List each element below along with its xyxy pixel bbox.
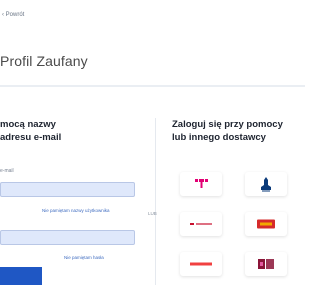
login-input[interactable]	[0, 182, 135, 197]
provider-tile-pko-bp[interactable]	[245, 172, 287, 196]
page-title: Profil Zaufany	[0, 53, 88, 69]
or-separator: LUB	[148, 211, 157, 216]
provider-tile-pekao[interactable]	[180, 212, 222, 236]
forgot-password-link[interactable]: Nie pamiętam hasła	[64, 255, 104, 260]
provider-tile-mbank[interactable]	[245, 212, 287, 236]
top-bar: ‹ Powrót	[0, 0, 305, 30]
millennium-logo-icon	[258, 259, 274, 269]
providers-panel-heading: Zaloguj się przy pomocy lub innego dosta…	[172, 118, 283, 144]
provider-tile-santander[interactable]	[180, 252, 222, 276]
password-input[interactable]	[0, 230, 135, 245]
login-heading-line1: mocą nazwy	[0, 119, 56, 130]
t-mobile-logo-icon	[195, 179, 208, 188]
forgot-username-link[interactable]: Nie pamiętam nazwy użytkownika	[42, 208, 110, 213]
back-link[interactable]: ‹ Powrót	[2, 12, 24, 18]
provider-tile-millennium[interactable]	[245, 252, 287, 276]
header-divider	[0, 85, 305, 87]
providers-heading-line1: Zaloguj się przy pomocy	[172, 119, 283, 130]
login-submit-button[interactable]	[0, 267, 42, 285]
providers-heading-line2: lub innego dostawcy	[172, 132, 266, 143]
santander-logo-icon	[190, 262, 212, 266]
login-field-label: e-mail	[0, 168, 14, 174]
login-heading-line2: adresu e-mail	[0, 132, 62, 143]
pekao-logo-icon	[190, 223, 212, 225]
pko-bp-logo-icon	[261, 177, 271, 192]
login-panel-heading: mocą nazwy adresu e-mail	[0, 118, 61, 144]
mbank-logo-icon	[257, 219, 275, 229]
panel-divider	[155, 118, 156, 285]
provider-tile-t-mobile[interactable]	[180, 172, 222, 196]
